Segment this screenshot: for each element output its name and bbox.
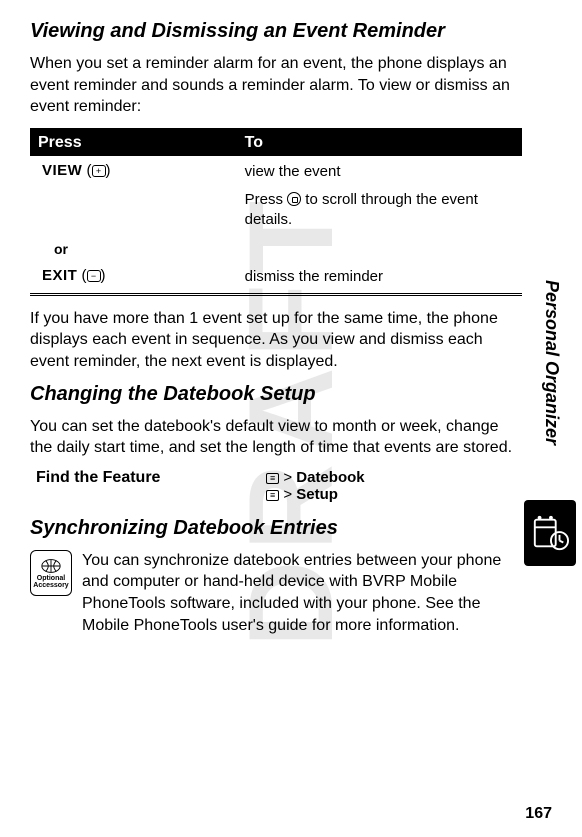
heading-synchronizing: Synchronizing Datebook Entries xyxy=(30,517,522,540)
optional-accessory-icon: Optional Accessory xyxy=(30,550,72,596)
nav-key-icon xyxy=(287,192,301,206)
sync-body-text: You can synchronize datebook entries bet… xyxy=(82,550,522,636)
left-softkey-icon: − xyxy=(87,270,101,282)
view-desc-1: view the event xyxy=(245,162,514,182)
table-row: EXIT (−) dismiss the reminder xyxy=(30,261,522,293)
path-setup: Setup xyxy=(296,486,338,503)
find-feature-label: Find the Feature xyxy=(30,469,266,487)
intro-text-1: When you set a reminder alarm for an eve… xyxy=(30,53,522,118)
col-header-press: Press xyxy=(30,130,237,156)
press-to-table: Press To VIEW (+) view the event Press t… xyxy=(30,128,522,296)
table-row: VIEW (+) view the event Press to scroll … xyxy=(30,156,522,237)
heading-viewing-dismissing: Viewing and Dismissing an Event Reminder xyxy=(30,20,522,43)
datebook-side-icon xyxy=(524,500,576,566)
section-side-label: Personal Organizer xyxy=(541,280,562,445)
table-header: Press To xyxy=(30,130,522,156)
menu-key-icon xyxy=(266,473,279,484)
find-the-feature-block: Find the Feature > Datebook > Setup xyxy=(30,469,522,503)
or-separator: or xyxy=(30,237,522,261)
after-table-text: If you have more than 1 event set up for… xyxy=(30,308,522,373)
menu-path: > Datebook > Setup xyxy=(266,469,364,503)
view-action-label: VIEW xyxy=(42,162,82,179)
press-text: Press xyxy=(245,191,288,208)
menu-key-icon xyxy=(266,490,279,501)
accessory-paragraph: Optional Accessory You can synchronize d… xyxy=(30,550,522,636)
exit-action-label: EXIT xyxy=(42,267,77,284)
intro-text-2: You can set the datebook's default view … xyxy=(30,416,522,459)
page-number: 167 xyxy=(525,805,552,823)
page-content: Viewing and Dismissing an Event Reminder… xyxy=(0,0,582,656)
col-header-to: To xyxy=(237,130,522,156)
path-datebook: Datebook xyxy=(296,469,364,486)
right-softkey-icon: + xyxy=(92,165,106,177)
heading-changing-setup: Changing the Datebook Setup xyxy=(30,383,522,406)
exit-desc: dismiss the reminder xyxy=(237,261,522,293)
